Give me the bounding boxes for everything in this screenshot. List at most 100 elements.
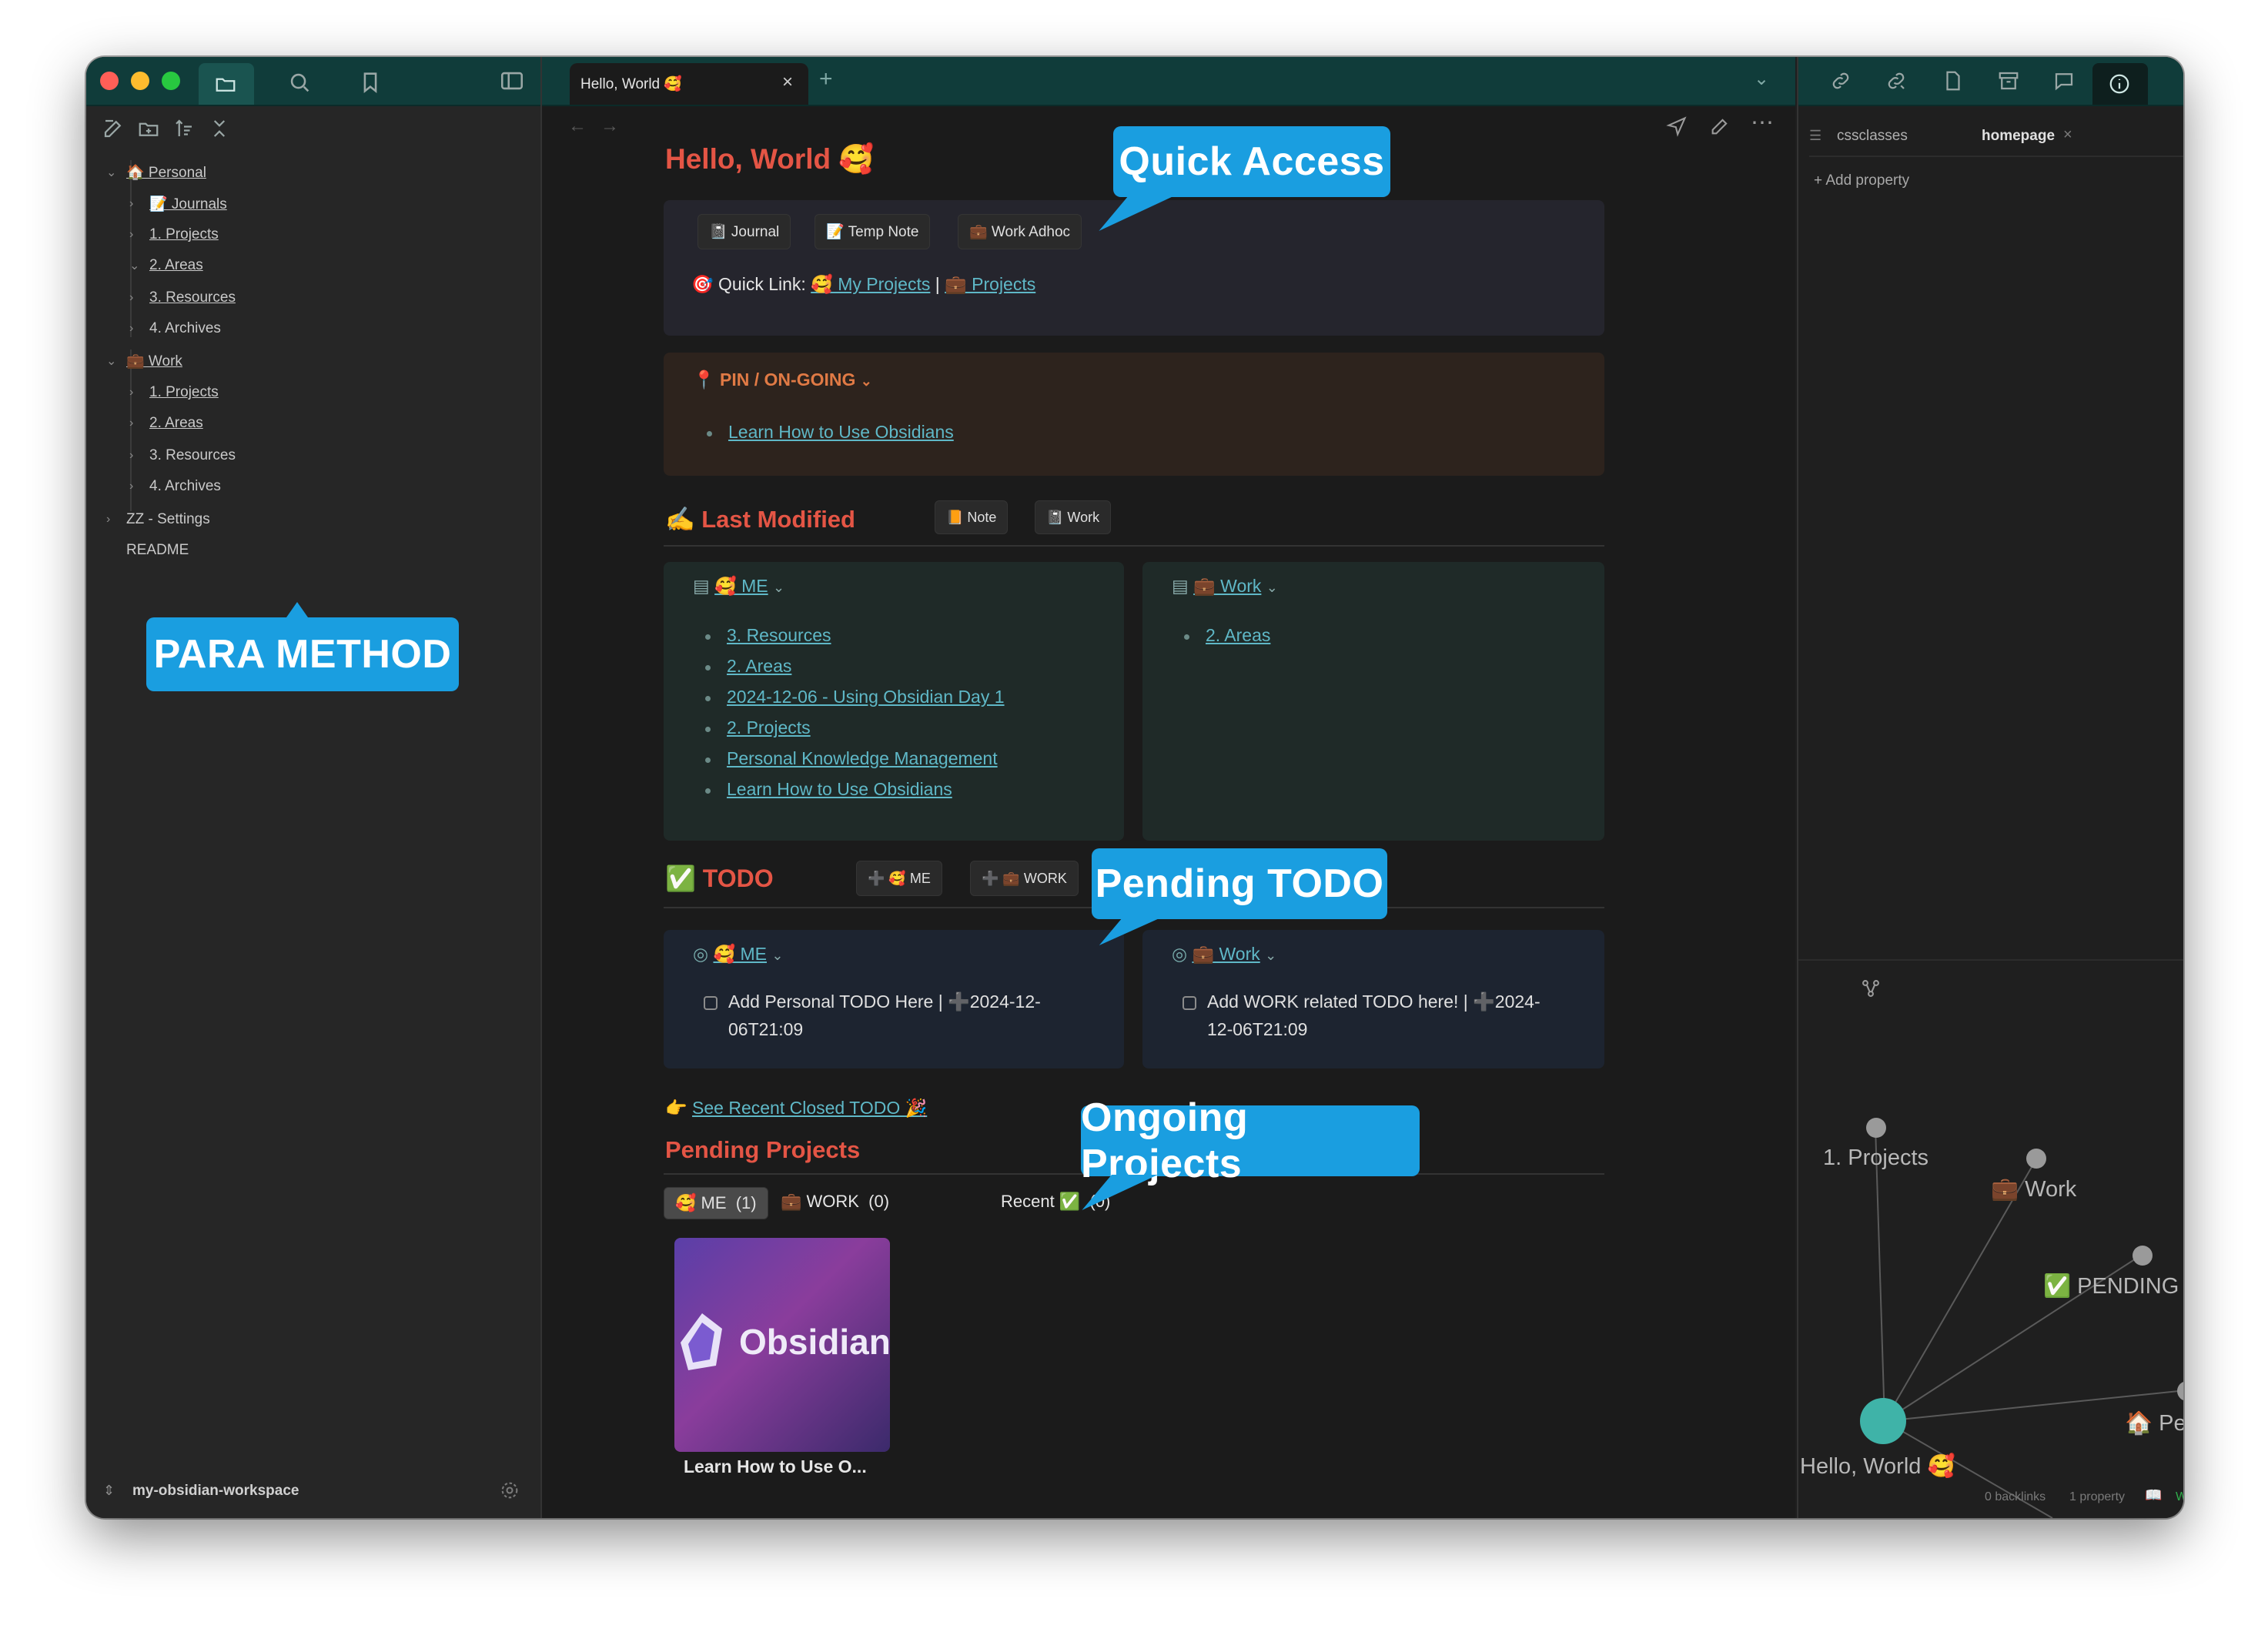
backlinks-icon[interactable] [1829,69,1852,92]
archive-icon[interactable] [1997,69,2020,92]
navigate-icon[interactable] [1666,115,1688,137]
graph-node-pending-todo[interactable] [2133,1246,2153,1266]
me-list-item[interactable]: 3. Resources [727,625,831,646]
todo-checkbox[interactable] [704,996,718,1010]
remove-tag-icon[interactable]: × [2063,126,2072,144]
status-properties[interactable]: 1 property [2069,1490,2125,1504]
settings-gear-icon[interactable] [499,1480,520,1501]
sidebar-item-work-archives[interactable]: › 4. Archives [129,474,221,499]
todo-me-task: Add Personal TODO Here | ➕2024-12- [728,992,1041,1012]
me-list-item[interactable]: 2. Areas [727,656,791,677]
pending-projects-heading: Pending Projects [665,1136,861,1163]
tab-list-chevron-icon[interactable]: ⌄ [1754,68,1769,90]
me-list-item[interactable]: 2. Projects [727,717,811,738]
list-bullet [705,727,711,732]
todo-checkbox[interactable] [1183,996,1196,1010]
me-list-item[interactable]: 2024-12-06 - Using Obsidian Day 1 [727,687,1005,707]
temp-note-button[interactable]: 📝 Temp Note [815,214,931,249]
minimize-window-button[interactable] [131,72,149,90]
sidebar-item-readme[interactable]: README [126,538,189,563]
graph-label-work: 💼 Work [1991,1177,2077,1202]
note-filter-button[interactable]: 📙 Note [935,500,1009,534]
close-tab-icon[interactable]: × [782,72,793,93]
sidebar-item-settings[interactable]: › ZZ - Settings [106,507,210,532]
todo-me-card: ◎ 🥰 ME ⌄ Add Personal TODO Here | ➕2024-… [664,930,1124,1068]
work-projects-link[interactable]: 💼 Projects [945,274,1035,294]
status-whisper[interactable]: Whisper Idle [2176,1490,2183,1504]
work-adhoc-button[interactable]: 💼 Work Adhoc [958,214,1082,249]
forward-arrow-icon[interactable]: → [600,115,619,137]
sidebar-item-personal-projects[interactable]: › 1. Projects [129,222,219,247]
tab-files[interactable] [199,63,254,105]
list-bullet [707,431,712,436]
graph-label-pending-todo: ✅ PENDING TODO [2043,1274,2183,1299]
reading-mode-icon[interactable]: 📖 [2145,1487,2162,1503]
collapse-all-icon[interactable] [208,117,231,140]
graph-node-current[interactable] [1860,1398,1906,1444]
sidebar-item-work-projects[interactable]: › 1. Projects [129,380,219,405]
closed-todo-link[interactable]: See Recent Closed TODO 🎉 [692,1098,927,1118]
project-card-caption[interactable]: Learn How to Use O... [684,1456,867,1477]
add-work-todo-button[interactable]: ➕ 💼 WORK [970,861,1079,896]
more-options-icon[interactable]: ⋯ [1751,109,1774,136]
todo-me-header[interactable]: ◎ 🥰 ME ⌄ [693,944,783,965]
search-icon[interactable] [286,69,313,95]
graph-node-projects[interactable] [1866,1118,1886,1138]
outgoing-links-icon[interactable] [1885,69,1908,92]
sidebar-toggle-icon[interactable] [499,68,525,94]
zoom-window-button[interactable] [162,72,180,90]
folder-icon [214,72,237,95]
close-window-button[interactable] [100,72,119,90]
pin-header[interactable]: 📍 PIN / ON-GOING ⌄ [693,370,872,390]
pointing-hand-icon: 👉 [665,1098,687,1118]
note-title: Hello, World 🥰 [665,143,875,175]
my-projects-link[interactable]: 🥰 My Projects [811,274,930,294]
work-card-header[interactable]: ▤ 💼 Work ⌄ [1172,576,1278,597]
project-card-image[interactable]: Obsidian [674,1238,890,1452]
todo-work-header[interactable]: ◎ 💼 Work ⌄ [1172,944,1276,965]
new-tab-button[interactable]: + [819,66,833,92]
sidebar-item-personal-areas[interactable]: ⌄ 2. Areas [129,253,203,278]
graph-node-work[interactable] [2026,1149,2046,1169]
edit-pencil-icon[interactable] [1709,115,1731,137]
sidebar-item-personal-archives[interactable]: › 4. Archives [129,316,221,341]
project-tab-work[interactable]: 💼 WORK (0) [781,1192,889,1212]
me-list-item[interactable]: Learn How to Use Obsidians [727,779,952,800]
file-icon[interactable] [1942,69,1965,92]
journal-button[interactable]: 📓 Journal [697,214,791,249]
sidebar-item-personal[interactable]: ⌄ 🏠 Personal [106,160,206,185]
back-arrow-icon[interactable]: ← [568,115,587,137]
comment-icon[interactable] [2052,69,2076,92]
sidebar-item-work[interactable]: ⌄ 💼 Work [106,349,182,373]
divider [664,545,1604,547]
new-note-icon[interactable] [102,117,125,140]
sidebar-item-personal-resources[interactable]: › 3. Resources [129,286,236,310]
divider [1809,156,2183,157]
sidebar-item-work-resources[interactable]: › 3. Resources [129,443,236,468]
vault-switch-icon[interactable]: ⇕ [103,1483,115,1499]
me-card-header[interactable]: ▤ 🥰 ME ⌄ [693,576,784,597]
callout-ongoing-projects: Ongoing Projects [1081,1095,1420,1210]
tab-hello-world[interactable]: Hello, World 🥰 × [570,63,808,105]
property-key[interactable]: cssclasses [1837,128,1908,145]
sort-icon[interactable] [172,117,196,140]
callout-pending-todo: Pending TODO [1092,848,1387,945]
last-modified-me-card: ▤ 🥰 ME ⌄ 3. Resources 2. Areas 2024-12-0… [664,562,1124,841]
sidebar-item-journals[interactable]: › 📝 Journals [129,192,227,216]
bookmark-icon[interactable] [357,69,383,95]
add-me-todo-button[interactable]: ➕ 🥰 ME [856,861,942,896]
me-list-item[interactable]: Personal Knowledge Management [727,748,998,769]
new-folder-icon[interactable] [137,117,160,140]
project-tab-me[interactable]: 🥰 ME (1) [664,1187,768,1219]
todo-work-task-date: 12-06T21:09 [1207,1019,1308,1039]
vault-name[interactable]: my-obsidian-workspace [132,1483,299,1500]
add-property-button[interactable]: + Add property [1814,172,1909,189]
status-backlinks[interactable]: 0 backlinks [1985,1490,2046,1504]
tab-info[interactable] [2092,63,2148,105]
pin-item-link[interactable]: Learn How to Use Obsidians [728,422,954,443]
work-list-item[interactable]: 2. Areas [1206,625,1270,646]
work-filter-button[interactable]: 📓 Work [1035,500,1112,534]
sidebar-item-work-areas[interactable]: › 2. Areas [129,411,203,436]
property-value-tag[interactable]: homepage [1982,128,2055,145]
tree-guide [130,160,132,337]
